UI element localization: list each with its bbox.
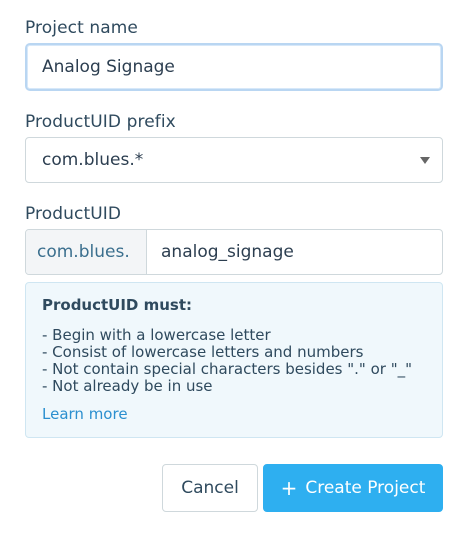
rule-item: - Begin with a lowercase letter [42,326,271,344]
product-uid-prefix: com.blues. [26,230,147,274]
prefix-label: ProductUID prefix [25,112,176,132]
cancel-button[interactable]: Cancel [162,464,258,512]
create-project-label: Create Project [305,478,426,498]
product-uid-group: com.blues. analog_signage [25,229,443,275]
prefix-select-value: com.blues.* [42,150,144,170]
product-uid-label: ProductUID [25,204,122,224]
prefix-select[interactable]: com.blues.* [25,137,443,183]
learn-more-link[interactable]: Learn more [42,405,128,423]
rule-item: - Consist of lowercase letters and numbe… [42,343,364,361]
product-uid-rules-box: ProductUID must: - Begin with a lowercas… [25,282,443,438]
project-name-input[interactable]: Analog Signage [25,43,443,91]
project-name-label: Project name [25,18,138,38]
plus-icon: + [280,476,298,500]
create-project-form: Project name Analog Signage ProductUID p… [0,0,469,549]
rule-item: - Not already be in use [42,377,213,395]
product-uid-input[interactable]: analog_signage [147,230,442,274]
rules-title: ProductUID must: [42,296,193,314]
rule-item: - Not contain special characters besides… [42,360,413,378]
caret-down-icon [420,157,430,164]
create-project-button[interactable]: + Create Project [263,464,443,512]
